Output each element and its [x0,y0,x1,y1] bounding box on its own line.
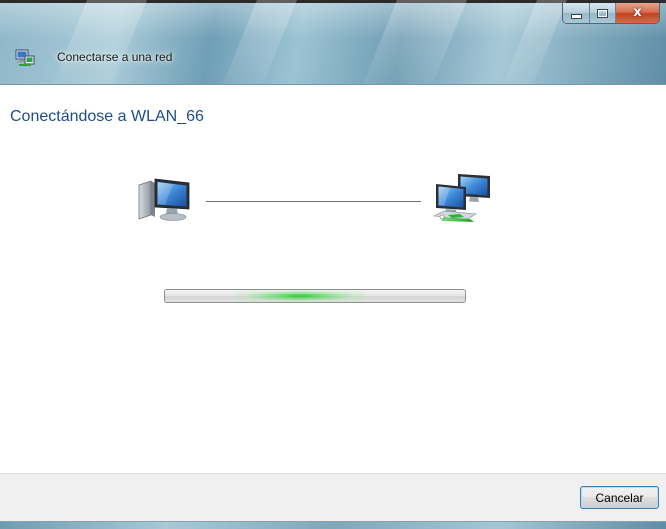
connection-progress-bar [164,289,466,303]
dialog-footer: Cancelar [0,473,666,522]
close-button[interactable]: x [615,3,659,23]
computer-icon [138,178,190,221]
glass-reflection [223,0,297,84]
minimize-icon [570,14,582,19]
title-bar[interactable]: x Conectarse a una red [0,0,666,85]
caption-buttons: x [562,3,660,24]
maximize-button[interactable] [589,3,615,23]
connect-dialog-window: x Conectarse a una red Conectándose a WL… [0,0,666,529]
minimize-button[interactable] [563,3,589,23]
glass-reflection [363,0,467,84]
connecting-heading: Conectándose a WLAN_66 [10,108,204,125]
close-icon: x [633,5,642,20]
window-bottom-frame [0,521,666,529]
glass-reflection [53,0,147,84]
cancel-button[interactable]: Cancelar [580,486,659,509]
network-icon [432,174,490,222]
progress-marquee [235,290,365,302]
maximize-icon [597,8,608,18]
window-title: Conectarse a una red [57,50,173,64]
glass-reflection [503,0,567,84]
network-connect-icon [15,49,35,66]
connection-line [206,201,421,202]
